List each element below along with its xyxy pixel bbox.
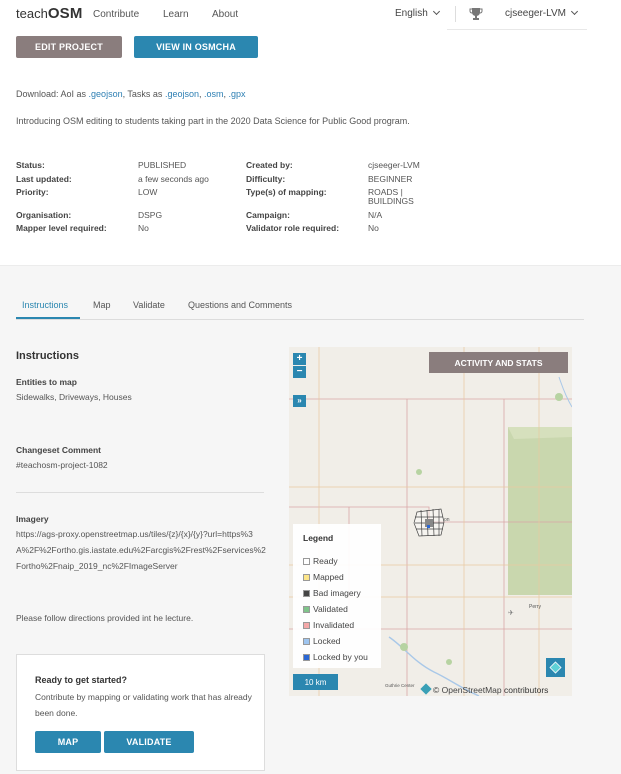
campaign-label: Campaign:: [246, 210, 290, 220]
view-osmcha-button[interactable]: VIEW IN OSMCHA: [134, 36, 258, 58]
nav-contribute[interactable]: Contribute: [93, 9, 139, 20]
priority-value: LOW: [138, 187, 158, 197]
osm-contributors-link[interactable]: contributors: [502, 685, 548, 695]
header-divider: [455, 6, 456, 22]
project-description: Introducing OSM editing to students taki…: [16, 116, 410, 126]
imagery-url: https://ags-proxy.openstreetmap.us/tiles…: [16, 529, 266, 571]
legend-item-validated: Validated: [303, 604, 348, 614]
mapbox-icon: [420, 683, 432, 695]
teachosm-logo[interactable]: teachOSM: [16, 5, 83, 22]
place-label-guthrie: Guthrie Center: [385, 683, 415, 688]
activity-stats-button[interactable]: ACTIVITY AND STATS: [429, 352, 568, 373]
expand-map-button[interactable]: »: [293, 395, 306, 407]
legend-swatch: [303, 573, 310, 581]
legend-swatch: [303, 621, 310, 629]
tab-instructions[interactable]: Instructions: [22, 300, 68, 310]
trophy-icon[interactable]: [469, 7, 483, 21]
mapper-level-value: No: [138, 223, 149, 233]
difficulty-value: BEGINNER: [368, 174, 413, 184]
chevron-down-icon: [432, 7, 440, 16]
layers-icon: [549, 661, 562, 674]
legend-item-bad-imagery: Bad imagery: [303, 588, 361, 598]
download-links: Download: AoI as .geojson, Tasks as .geo…: [16, 89, 246, 99]
get-started-text: Contribute by mapping or validating work…: [35, 692, 252, 718]
nav-learn[interactable]: Learn: [163, 9, 189, 20]
language-selector[interactable]: English: [395, 7, 440, 19]
legend-item-invalidated: Invalidated: [303, 620, 354, 630]
created-by-label: Created by:: [246, 160, 293, 170]
last-updated-value: a few seconds ago: [138, 174, 209, 184]
forest-edge: [508, 427, 572, 439]
validator-role-value: No: [368, 223, 379, 233]
legend-swatch: [303, 605, 310, 613]
airport-icon: ✈: [508, 610, 514, 617]
legend-swatch: [303, 653, 310, 661]
instructions-heading: Instructions: [16, 350, 79, 362]
campaign-value: N/A: [368, 210, 383, 220]
legend-swatch: [303, 589, 310, 597]
get-started-card: Ready to get started? Contribute by mapp…: [16, 654, 265, 771]
status-value: PUBLISHED: [138, 160, 187, 170]
legend-swatch: [303, 557, 310, 565]
mapping-types-value-2: BUILDINGS: [368, 196, 414, 206]
tab-validate[interactable]: Validate: [133, 300, 165, 310]
top-navbar: teachOSM Contribute Learn About English …: [0, 0, 621, 30]
tab-map[interactable]: Map: [93, 300, 111, 310]
imagery-heading: Imagery: [16, 514, 49, 524]
entities-text: Sidewalks, Driveways, Houses: [16, 392, 132, 402]
section-divider: [16, 492, 264, 493]
tab-questions-comments[interactable]: Questions and Comments: [188, 300, 292, 310]
changeset-heading: Changeset Comment: [16, 445, 102, 455]
legend-item-ready: Ready: [303, 556, 338, 566]
created-by-value: cjseeger-LVM: [368, 160, 420, 170]
forest-area: [508, 427, 572, 595]
legend-item-mapped: Mapped: [303, 572, 344, 582]
map-button[interactable]: MAP: [35, 731, 101, 753]
edit-project-button[interactable]: EDIT PROJECT: [16, 36, 122, 58]
priority-label: Priority:: [16, 187, 49, 197]
legend-item-locked-by-you: Locked by you: [303, 652, 368, 662]
tab-bar-divider: [16, 319, 584, 320]
status-label: Status:: [16, 160, 45, 170]
place-label-perry: Perry: [529, 604, 541, 610]
organisation-label: Organisation:: [16, 210, 72, 220]
map-attribution: © OpenStreetMap contributors: [420, 683, 548, 695]
validator-role-label: Validator role required:: [246, 223, 340, 233]
stream: [558, 376, 572, 408]
changeset-text: #teachosm-project-1082: [16, 460, 108, 470]
active-tab-indicator: [16, 317, 80, 319]
organisation-value: DSPG: [138, 210, 163, 220]
get-started-title: Ready to get started?: [35, 675, 128, 685]
aoi-geojson-link[interactable]: .geojson: [89, 89, 123, 99]
nav-about[interactable]: About: [212, 9, 238, 20]
tasks-osm-link[interactable]: .osm: [204, 89, 224, 99]
zoom-in-button[interactable]: +: [293, 353, 306, 365]
tasks-geojson-link[interactable]: .geojson: [165, 89, 199, 99]
entities-heading: Entities to map: [16, 377, 77, 387]
mapper-level-label: Mapper level required:: [16, 223, 107, 233]
project-map[interactable]: on Perry Guthrie Center ✈ + − » ACTIVITY…: [289, 347, 572, 696]
place-label-on: on: [444, 517, 450, 523]
user-menu[interactable]: cjseeger-LVM: [505, 7, 578, 19]
difficulty-label: Difficulty:: [246, 174, 286, 184]
legend-item-locked: Locked: [303, 636, 340, 646]
map-scale: 10 km: [293, 674, 338, 690]
zoom-out-button[interactable]: −: [293, 366, 306, 378]
last-updated-label: Last updated:: [16, 174, 72, 184]
map-legend: Legend Ready Mapped Bad imagery Validate…: [293, 524, 381, 668]
legend-swatch: [303, 637, 310, 645]
mapping-types-label: Type(s) of mapping:: [246, 187, 327, 197]
instructions-note: Please follow directions provided int he…: [16, 613, 194, 623]
layers-toggle-button[interactable]: [546, 658, 565, 677]
legend-title: Legend: [303, 533, 334, 543]
tasks-gpx-link[interactable]: .gpx: [229, 89, 246, 99]
chevron-down-icon: [570, 7, 578, 16]
validate-button[interactable]: VALIDATE: [104, 731, 194, 753]
locked-by-you-task: [427, 525, 430, 528]
